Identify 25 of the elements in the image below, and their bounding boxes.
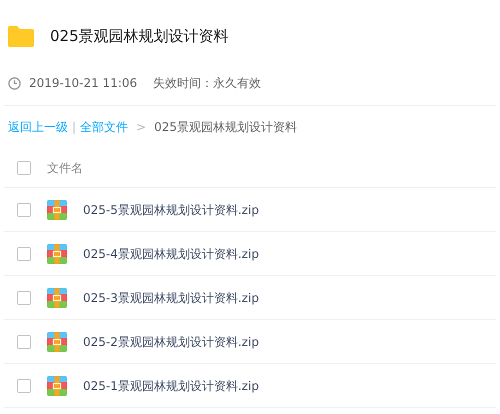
column-header: 文件名 [47,160,83,176]
archive-icon [47,332,67,352]
file-checkbox[interactable] [17,202,31,216]
share-date: 2019-10-21 11:06 [29,75,138,92]
breadcrumb-arrow: > [135,119,148,136]
expiry-text: 失效时间：永久有效 [153,75,262,92]
file-name[interactable]: 025-1景观园林规划设计资料.zip [83,376,259,394]
file-name[interactable]: 025-4景观园林规划设计资料.zip [83,244,259,262]
current-folder: 025景观园林规划设计资料 [154,119,298,136]
separator: | [72,119,76,136]
file-checkbox[interactable] [17,334,31,348]
folder-title: 025景观园林规划设计资料 [50,26,229,47]
archive-icon [47,200,67,220]
file-checkbox[interactable] [17,378,31,392]
file-name[interactable]: 025-2景观园林规划设计资料.zip [83,332,259,350]
clock-icon [8,76,21,90]
file-checkbox[interactable] [17,246,31,260]
file-checkbox[interactable] [17,290,31,304]
file-name[interactable]: 025-5景观园林规划设计资料.zip [83,200,259,218]
folder-icon [8,25,34,47]
archive-icon [47,244,67,264]
file-name[interactable]: 025-3景观园林规划设计资料.zip [83,288,259,306]
archive-icon [47,288,67,308]
archive-icon [47,376,67,396]
select-all-checkbox[interactable] [17,160,31,174]
